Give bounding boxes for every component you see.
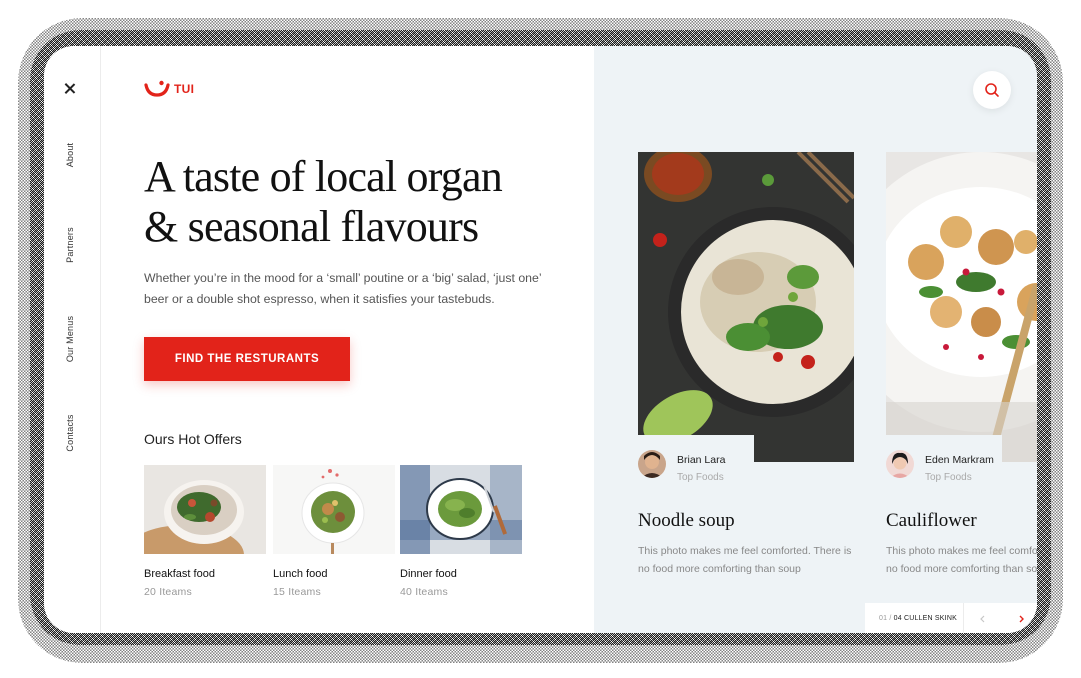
close-icon[interactable] xyxy=(63,82,77,96)
user-avatar-image xyxy=(638,450,666,478)
breakfast-food-image xyxy=(144,465,266,554)
page-title-line-1: A taste of local organ xyxy=(144,152,503,201)
pager-divider xyxy=(963,603,964,633)
author-name: Eden Markram xyxy=(925,454,994,466)
author-role: Top Foods xyxy=(925,472,972,483)
card-title: Cauliflower xyxy=(886,510,977,531)
sidebar-item-about[interactable]: About xyxy=(65,143,75,168)
author-role: Top Foods xyxy=(677,472,724,483)
offer-card-lunch[interactable]: Lunch food 15 Iteams xyxy=(273,465,395,598)
chevron-left-icon xyxy=(980,615,985,623)
page-title: A taste of local organ & seasonal flavou… xyxy=(144,152,584,252)
hot-offers-heading: Ours Hot Offers xyxy=(144,431,242,447)
slide-index: 01 / xyxy=(879,614,892,622)
sidebar: About Partners Our Menus Contacts xyxy=(44,46,101,633)
next-slide-button[interactable] xyxy=(1015,612,1027,630)
lunch-food-image xyxy=(273,465,395,554)
offer-card-breakfast[interactable]: Breakfast food 20 Iteams xyxy=(144,465,266,598)
author-name: Brian Lara xyxy=(677,454,726,466)
cauliflower-image xyxy=(886,152,1037,462)
dinner-food-image xyxy=(400,465,522,554)
app-window: About Partners Our Menus Contacts TUI A … xyxy=(44,46,1037,633)
prev-slide-button[interactable] xyxy=(977,612,989,630)
card-description: This photo makes me feel comforted. Ther… xyxy=(638,545,852,575)
hero-section: TUI A taste of local organ & seasonal fl… xyxy=(101,46,594,633)
avatar[interactable] xyxy=(638,450,666,478)
avatar[interactable] xyxy=(886,450,914,478)
page-title-line-2: & seasonal flavours xyxy=(144,202,479,251)
intro-text: Whether you’re in the mood for a ‘small’… xyxy=(144,271,542,306)
recipe-card-noodle-soup[interactable]: Brian Lara Top Foods Noodle soup This ph… xyxy=(638,152,854,575)
offer-count: 20 Iteams xyxy=(144,586,192,598)
offer-name: Dinner food xyxy=(400,568,457,580)
chevron-right-icon xyxy=(1019,615,1024,623)
offer-count: 40 Iteams xyxy=(400,586,448,598)
card-title: Noodle soup xyxy=(638,510,735,531)
find-restaurants-button[interactable]: FIND THE RESTURANTS xyxy=(144,337,350,381)
offer-card-dinner[interactable]: Dinner food 40 Iteams xyxy=(400,465,522,598)
sidebar-item-partners[interactable]: Partners xyxy=(65,227,75,263)
card-description: This photo makes me feel comforted. Ther… xyxy=(886,545,1037,575)
slide-label: 04 CULLEN SKINK xyxy=(893,614,957,622)
logo-text: TUI xyxy=(174,82,195,96)
featured-panel: Brian Lara Top Foods Noodle soup This ph… xyxy=(594,46,1037,633)
user-avatar-image xyxy=(886,450,914,478)
offer-count: 15 Iteams xyxy=(273,586,321,598)
sidebar-item-contacts[interactable]: Contacts xyxy=(65,414,75,451)
tui-smile-icon xyxy=(144,80,170,97)
search-icon xyxy=(985,83,999,97)
offer-name: Lunch food xyxy=(273,568,328,580)
slider-pager: 01 / 04 CULLEN SKINK xyxy=(865,603,1037,633)
recipe-card-cauliflower[interactable]: Eden Markram Top Foods Cauliflower This … xyxy=(886,152,1037,575)
search-button[interactable] xyxy=(973,71,1011,109)
sidebar-item-our-menus[interactable]: Our Menus xyxy=(65,316,75,362)
noodle-soup-image xyxy=(638,152,854,462)
brand-logo[interactable]: TUI xyxy=(144,80,194,98)
offer-name: Breakfast food xyxy=(144,568,215,580)
slide-counter: 01 / 04 CULLEN SKINK xyxy=(865,615,957,622)
